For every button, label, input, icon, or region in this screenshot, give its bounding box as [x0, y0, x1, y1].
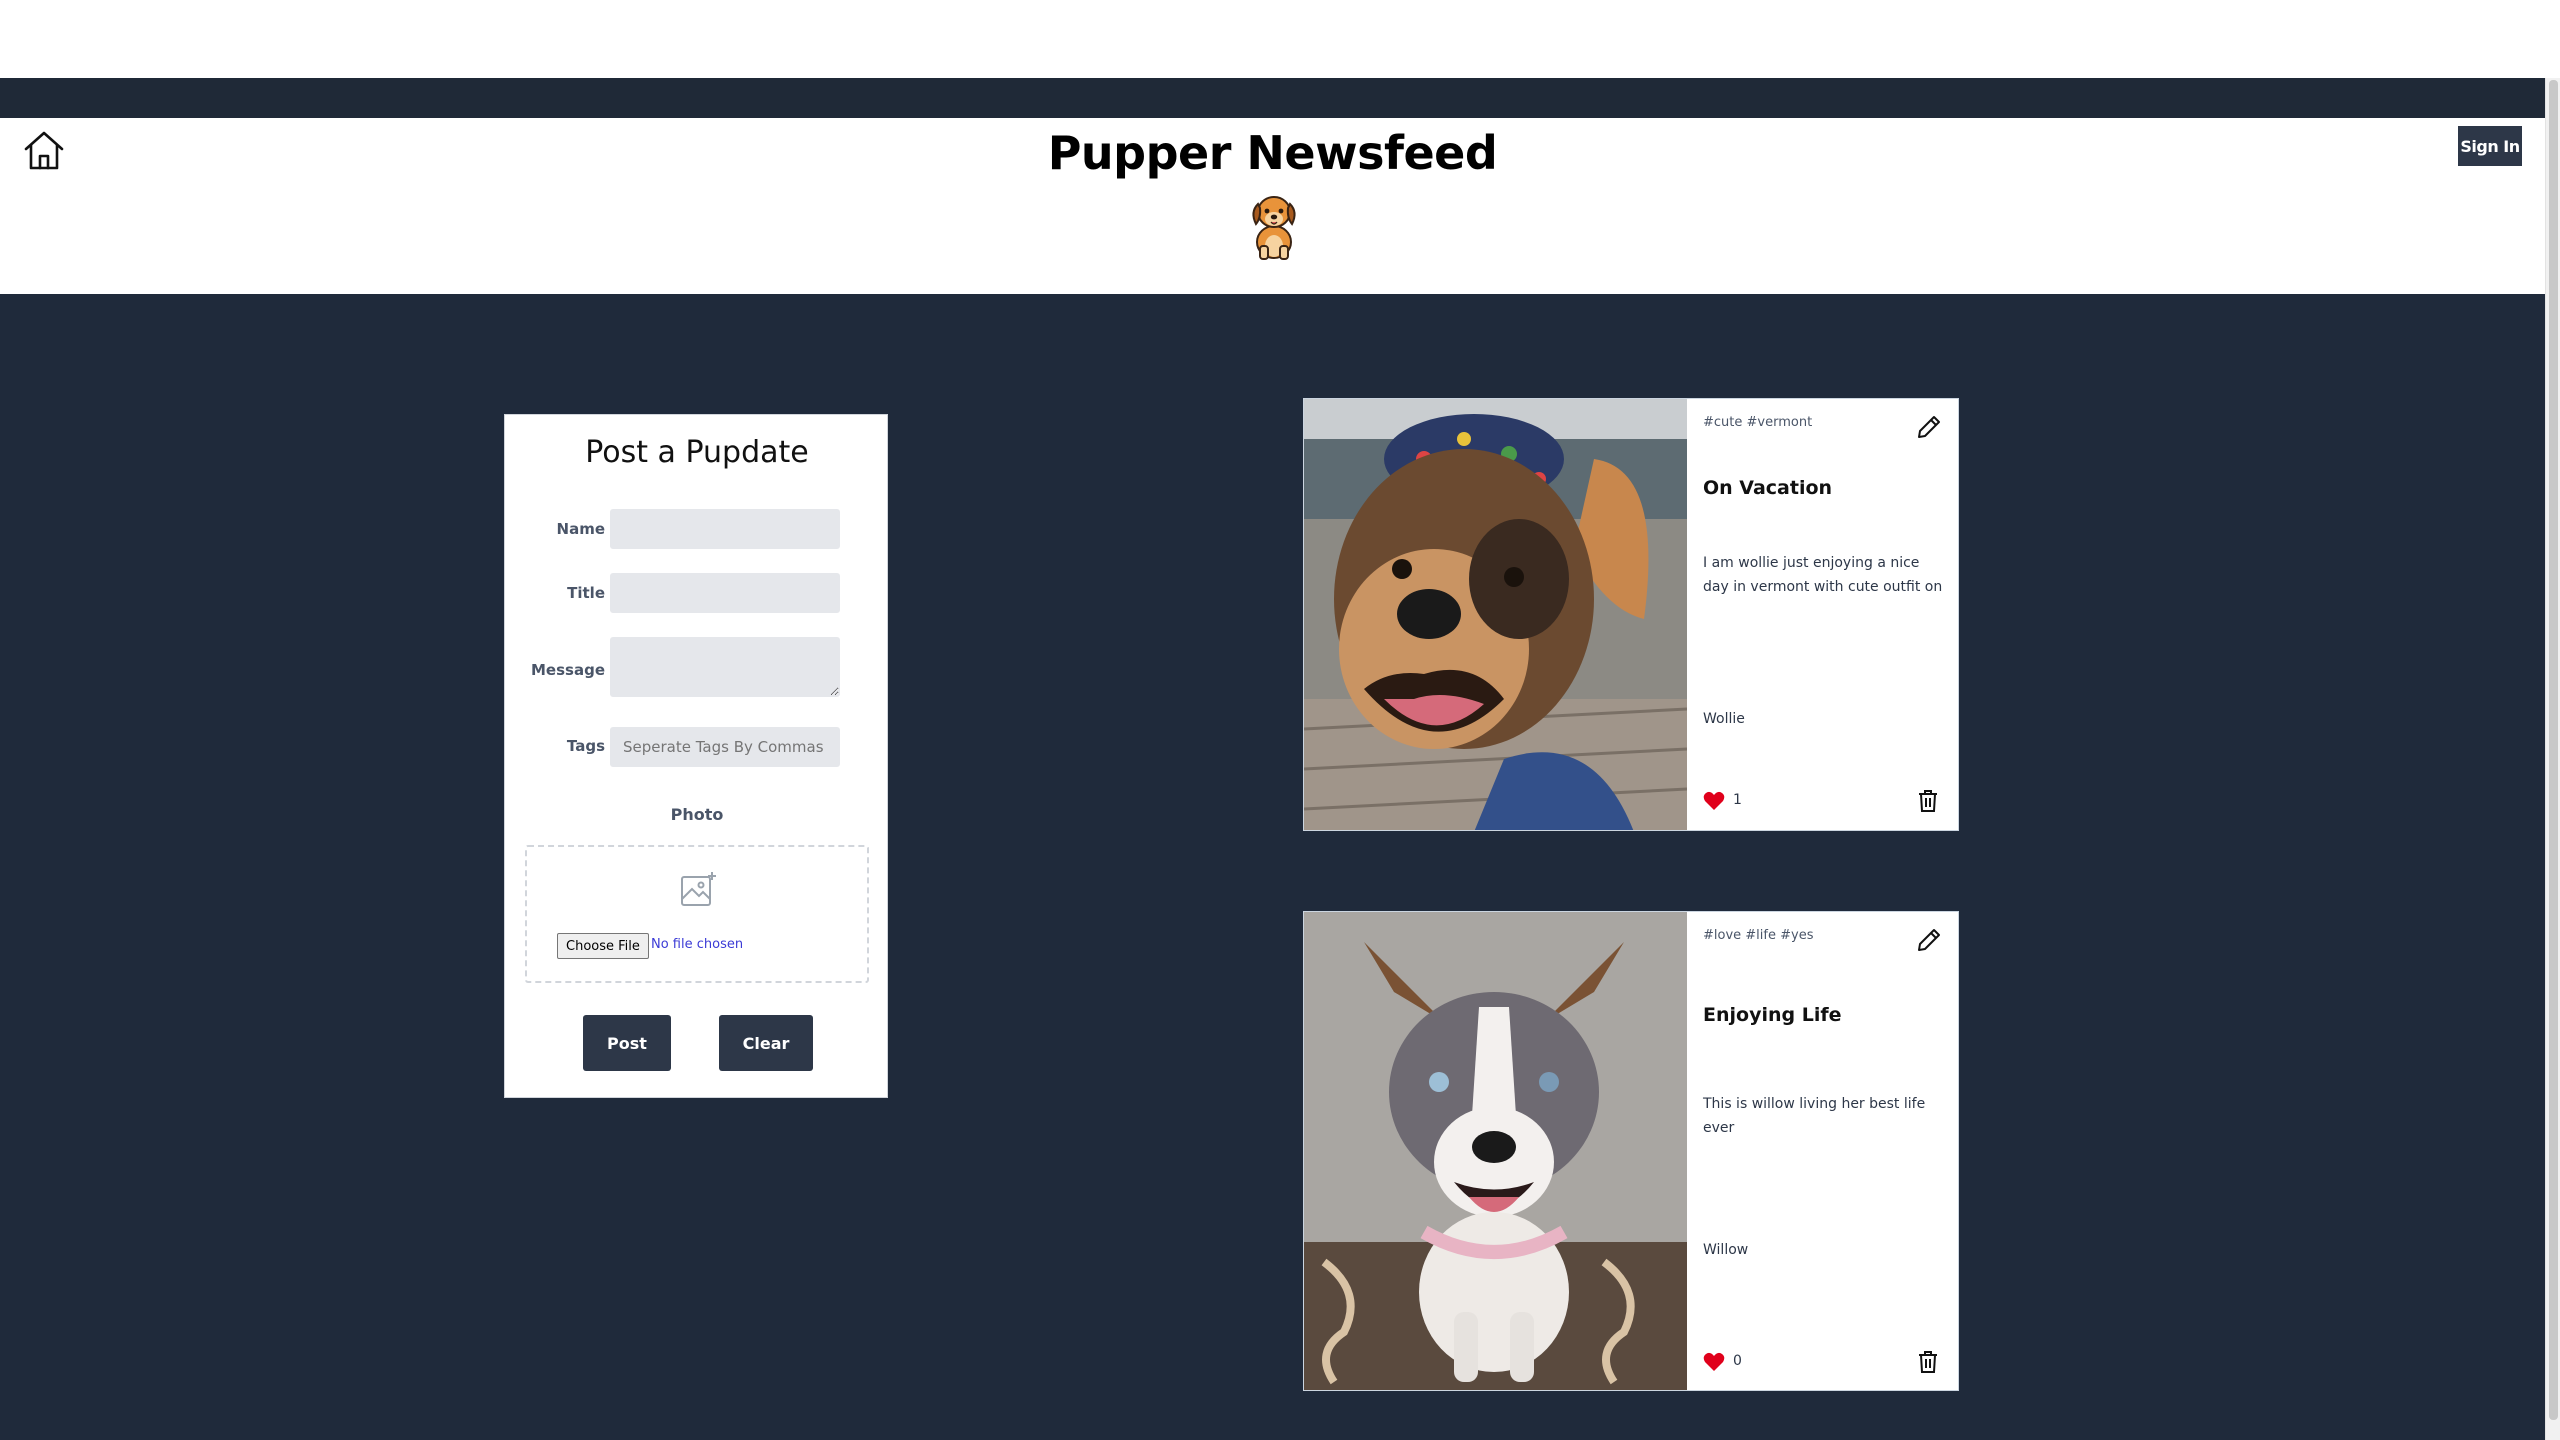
post-author: Willow: [1703, 1242, 1749, 1258]
message-label: Message: [531, 661, 605, 679]
trash-icon[interactable]: [1917, 1350, 1939, 1374]
scrollbar-thumb[interactable]: [2549, 80, 2558, 1420]
pencil-icon[interactable]: [1915, 413, 1943, 441]
post-author: Wollie: [1703, 711, 1745, 727]
post-photo: [1304, 399, 1687, 830]
clear-button[interactable]: Clear: [719, 1015, 813, 1071]
image-add-icon: [681, 872, 716, 906]
title-input[interactable]: [610, 573, 840, 613]
like-count: 1: [1733, 792, 1742, 808]
tags-label: Tags: [566, 737, 605, 755]
post-tags: #cute #vermont: [1703, 415, 1813, 430]
post-photo: [1304, 912, 1687, 1390]
dog-photo: [1304, 399, 1687, 830]
photo-dropzone[interactable]: Choose File No file chosen: [525, 845, 869, 983]
post-message: This is willow living her best life ever: [1703, 1096, 1926, 1136]
page-title: Pupper Newsfeed: [1047, 126, 1498, 180]
post-body: #cute #vermont On Vacation I am wollie j…: [1687, 399, 1959, 830]
post-button[interactable]: Post: [583, 1015, 671, 1071]
post-form-card: Post a Pupdate Name Title Message Tags P…: [504, 414, 888, 1098]
dog-logo: [1252, 196, 1296, 260]
trash-icon[interactable]: [1917, 789, 1939, 813]
scrollbar[interactable]: [2545, 78, 2560, 1440]
like-count: 0: [1733, 1353, 1742, 1369]
choose-file-button[interactable]: Choose File: [557, 933, 649, 959]
post-body: #love #life #yes Enjoying Life This is w…: [1687, 912, 1959, 1390]
pencil-icon[interactable]: [1915, 926, 1943, 954]
heart-icon[interactable]: [1703, 791, 1725, 811]
post-card: #cute #vermont On Vacation I am wollie j…: [1303, 398, 1959, 831]
form-title: Post a Pupdate: [585, 435, 809, 470]
browser-top-area: [0, 0, 2545, 78]
no-file-text: No file chosen: [651, 937, 744, 952]
dog-photo: [1304, 912, 1687, 1390]
name-input[interactable]: [610, 509, 840, 549]
photo-label: Photo: [670, 805, 724, 824]
name-label: Name: [556, 520, 605, 538]
post-card: #love #life #yes Enjoying Life This is w…: [1303, 911, 1959, 1391]
post-title: On Vacation: [1703, 477, 1833, 499]
main-content: [0, 294, 2545, 1440]
tags-input[interactable]: [610, 727, 840, 767]
post-tags: #love #life #yes: [1703, 928, 1814, 943]
heart-icon[interactable]: [1703, 1352, 1725, 1372]
post-message: I am wollie just enjoying a nice day in …: [1703, 555, 1943, 595]
sign-in-button[interactable]: Sign In: [2458, 126, 2522, 166]
title-label: Title: [567, 584, 605, 602]
post-title: Enjoying Life: [1703, 1004, 1842, 1026]
nav-strip: [0, 78, 2545, 118]
message-textarea[interactable]: [610, 637, 840, 697]
